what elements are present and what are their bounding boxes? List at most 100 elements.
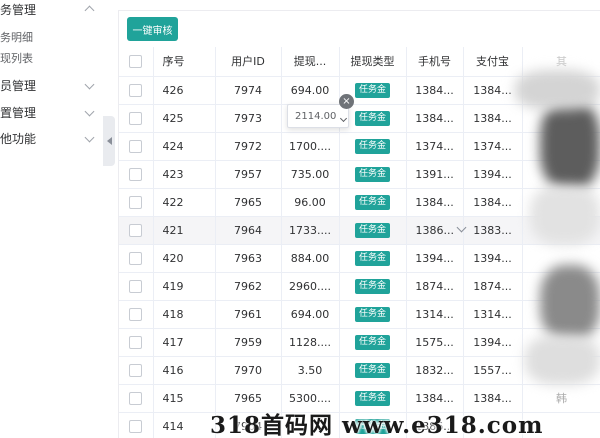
type-badge: 任务金	[354, 279, 390, 294]
type-badge: 任务金	[354, 111, 390, 126]
row-checkbox[interactable]	[129, 195, 143, 209]
cell-no: 420	[153, 244, 216, 273]
cell-no: 424	[153, 132, 216, 161]
cell-user-id: 7963	[215, 244, 282, 273]
row-checkbox[interactable]	[129, 223, 143, 237]
sidebar-item-label: 现列表	[0, 52, 33, 65]
cell-user-id: 7974	[215, 76, 282, 105]
type-badge: 任务金	[354, 83, 390, 98]
sidebar: 务管理 务明细 现列表 员管理 置管理 他功能	[0, 0, 103, 438]
close-icon[interactable]: ×	[339, 94, 354, 109]
sidebar-item-other[interactable]: 他功能	[0, 125, 103, 151]
cell-amount[interactable]: 96.00	[281, 188, 340, 217]
sidebar-item-withdraw-list[interactable]: 现列表	[0, 45, 103, 71]
row-select-cell	[119, 244, 154, 273]
cell-alipay: 1384...	[463, 188, 523, 217]
cell-user-id: 7972	[215, 132, 282, 161]
column-header-amount[interactable]: 提现...	[281, 47, 340, 77]
row-select-cell	[119, 76, 154, 105]
column-header-type[interactable]: 提现类型	[339, 47, 407, 77]
cell-amount[interactable]: 1733....	[281, 216, 340, 245]
cell-amount[interactable]: 694.00	[281, 300, 340, 329]
sidebar-item-members[interactable]: 员管理	[0, 72, 103, 98]
cell-user-id: 7973	[215, 104, 282, 133]
sidebar-item-label: 员管理	[0, 78, 37, 93]
chevron-left-icon	[106, 137, 112, 145]
cell-alipay: 1374...	[463, 132, 523, 161]
type-badge: 任务金	[354, 195, 390, 210]
cell-phone: 1874...	[406, 272, 464, 301]
cell-amount[interactable]: 1128....	[281, 328, 340, 357]
row-checkbox[interactable]	[129, 363, 143, 377]
row-checkbox[interactable]	[129, 335, 143, 349]
row-checkbox[interactable]	[129, 83, 143, 97]
one-click-audit-button[interactable]: 一键审核	[127, 17, 178, 41]
cell-amount[interactable]: 3.50	[281, 356, 340, 385]
column-header-alipay[interactable]: 支付宝	[463, 47, 523, 77]
chevron-up-icon	[84, 5, 95, 16]
chevron-down-icon	[84, 132, 95, 143]
cell-amount[interactable]: 735.00	[281, 160, 340, 189]
sidebar-collapse-toggle[interactable]	[103, 116, 115, 166]
row-select-cell	[119, 104, 154, 133]
table-row: 423 7957 735.00 任务金 1391... 1394...	[119, 160, 600, 189]
cell-type: 任务金	[339, 300, 407, 329]
cell-phone: 1384...	[406, 188, 464, 217]
cell-amount[interactable]: 2960....	[281, 272, 340, 301]
row-checkbox[interactable]	[129, 167, 143, 181]
row-select-cell	[119, 160, 154, 189]
cell-user-id: 7962	[215, 272, 282, 301]
row-select-cell	[119, 272, 154, 301]
column-header-phone[interactable]: 手机号	[406, 47, 464, 77]
cell-alipay: 1383...	[463, 216, 523, 245]
cell-phone: 1374...	[406, 132, 464, 161]
row-select-cell	[119, 188, 154, 217]
cell-user-id: 7961	[215, 300, 282, 329]
cell-no: 426	[153, 76, 216, 105]
cell-amount[interactable]: 694.00	[281, 76, 340, 105]
sidebar-item-finance[interactable]: 务管理	[0, 0, 103, 22]
cell-phone: 1575...	[406, 328, 464, 357]
table-row: 422 7965 96.00 任务金 1384... 1384...	[119, 188, 600, 217]
row-checkbox[interactable]	[129, 307, 143, 321]
row-checkbox[interactable]	[129, 111, 143, 125]
type-badge: 任务金	[354, 363, 390, 378]
column-header-no[interactable]: 序号	[153, 47, 216, 77]
sidebar-item-settings[interactable]: 置管理	[0, 99, 103, 125]
table-row: 419 7962 2960.... 任务金 1874... 1874...	[119, 272, 600, 301]
blur-overlay	[540, 100, 600, 190]
table-row: 418 7961 694.00 任务金 1314... 1314...	[119, 300, 600, 329]
cell-alipay: 1394...	[463, 328, 523, 357]
cell-no: 422	[153, 188, 216, 217]
cell-no: 414	[153, 412, 216, 438]
cell-type: 任务金	[339, 216, 407, 245]
type-badge: 任务金	[354, 167, 390, 182]
cell-user-id: 7970	[215, 356, 282, 385]
cell-amount[interactable]: 884.00	[281, 244, 340, 273]
cell-alipay: 1314...	[463, 300, 523, 329]
table-row: 420 7963 884.00 任务金 1394... 1394...	[119, 244, 600, 273]
row-select-cell	[119, 132, 154, 161]
amount-edit-input[interactable]: 2114.00	[287, 104, 349, 128]
cell-no: 423	[153, 160, 216, 189]
sidebar-item-label: 他功能	[0, 131, 37, 146]
table-row-hovered: 421 7964 1733.... 任务金 1386... 1383...	[119, 216, 600, 245]
row-checkbox[interactable]	[129, 251, 143, 265]
cell-phone: 1314...	[406, 300, 464, 329]
cell-no: 417	[153, 328, 216, 357]
row-checkbox[interactable]	[129, 279, 143, 293]
select-all-checkbox[interactable]	[129, 55, 143, 68]
cell-amount[interactable]: 1700....	[281, 132, 340, 161]
cell-no: 421	[153, 216, 216, 245]
row-checkbox[interactable]	[129, 391, 143, 405]
cell-no: 415	[153, 384, 216, 413]
row-select-cell	[119, 356, 154, 385]
cell-no: 419	[153, 272, 216, 301]
row-checkbox[interactable]	[129, 419, 143, 433]
blur-overlay	[530, 185, 600, 245]
cell-user-id: 7964	[215, 216, 282, 245]
column-header-user-id[interactable]: 用户ID	[215, 47, 282, 77]
cell-phone: 1384...	[406, 104, 464, 133]
row-checkbox[interactable]	[129, 139, 143, 153]
type-badge: 任务金	[354, 251, 390, 266]
